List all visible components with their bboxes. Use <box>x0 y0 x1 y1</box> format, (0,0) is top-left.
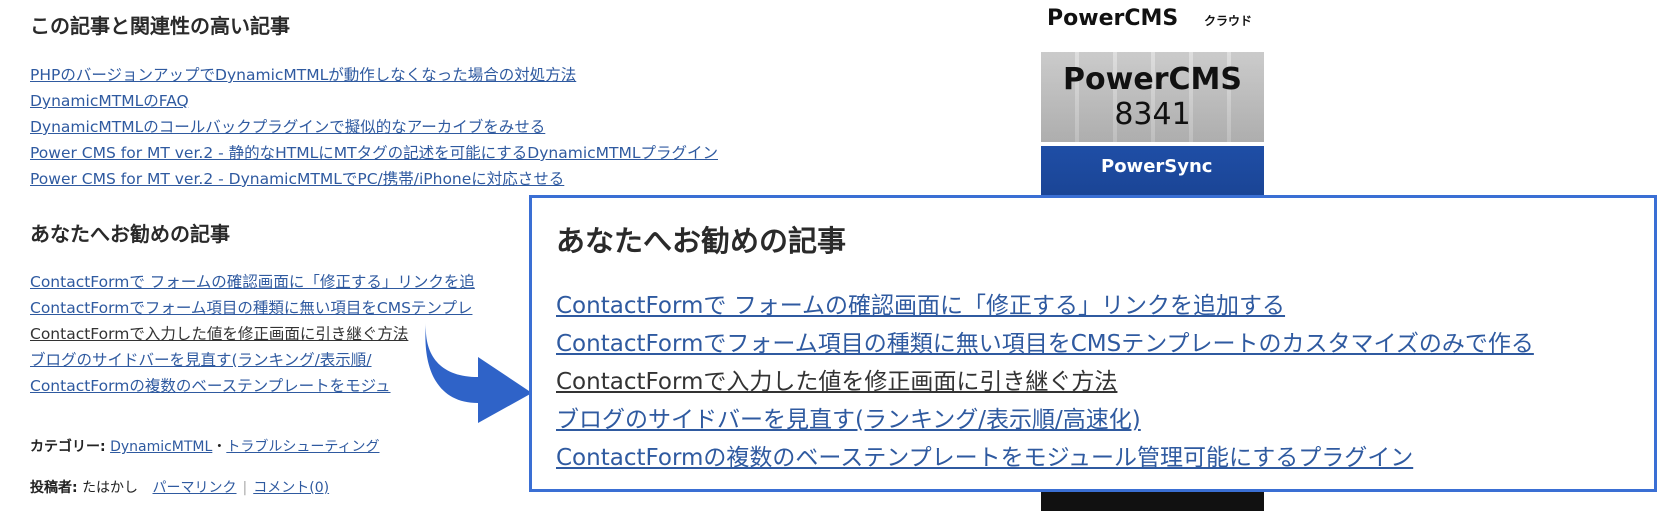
recommended-link[interactable]: ContactFormでフォーム項目の種類に無い項目をCMSテンプレ <box>30 297 472 319</box>
zoom-recommended-link[interactable]: ContactFormで入力した値を修正画面に引き継ぐ方法 <box>556 366 1117 398</box>
banner-sub: クラウド <box>1204 14 1253 28</box>
divider: | <box>242 480 248 496</box>
permalink-link[interactable]: パーマリンク <box>153 480 237 496</box>
category-label: カテゴリー: <box>30 439 106 455</box>
recommended-link[interactable]: ブログのサイドバーを見直す(ランキング/表示順/ <box>30 349 372 371</box>
related-link[interactable]: DynamicMTMLのコールバックプラグインで擬似的なアーカイブをみせる <box>30 116 545 138</box>
author-line: 投稿者: たはかし パーマリンク | コメント(0) <box>30 477 329 497</box>
zoom-heading: あなたへお勧めの記事 <box>556 224 847 258</box>
zoom-recommended-link[interactable]: ContactFormで フォームの確認画面に「修正する」リンクを追加する <box>556 290 1285 322</box>
related-heading: この記事と関連性の高い記事 <box>30 14 290 38</box>
recommended-link[interactable]: ContactFormで入力した値を修正画面に引き継ぐ方法 <box>30 323 408 345</box>
recommended-zoom-panel: あなたへお勧めの記事 ContactFormで フォームの確認画面に「修正する」… <box>529 195 1657 492</box>
zoom-recommended-link[interactable]: ContactFormの複数のベーステンプレートをモジュール管理可能にするプラグ… <box>556 442 1413 474</box>
powercms-cloud-banner[interactable]: PowerCMS クラウド <box>1041 0 1264 46</box>
zoom-recommended-link[interactable]: ContactFormでフォーム項目の種類に無い項目をCMSテンプレートのカスタ… <box>556 328 1534 360</box>
related-link[interactable]: Power CMS for MT ver.2 - 静的なHTMLにMTタグの記述… <box>30 142 718 164</box>
author-label: 投稿者: <box>30 480 78 496</box>
banner-brand: PowerCMS <box>1063 62 1242 97</box>
zoom-recommended-link[interactable]: ブログのサイドバーを見直す(ランキング/表示順/高速化) <box>556 404 1141 436</box>
banner-number: 8341 <box>1114 97 1191 132</box>
category-line: カテゴリー: DynamicMTML・トラブルシューティング <box>30 436 380 456</box>
related-link[interactable]: Power CMS for MT ver.2 - DynamicMTMLでPC/… <box>30 168 564 190</box>
recommended-link[interactable]: ContactFormで フォームの確認画面に「修正する」リンクを追 <box>30 271 475 293</box>
article-page: この記事と関連性の高い記事 PHPのバージョンアップでDynamicMTMLが動… <box>10 0 1662 515</box>
related-link[interactable]: PHPのバージョンアップでDynamicMTMLが動作しなくなった場合の対処方法 <box>30 64 576 86</box>
category-link-dynamicmtml[interactable]: DynamicMTML <box>110 439 212 455</box>
arrow-right-icon <box>425 323 532 423</box>
author-name: たはかし <box>82 480 139 496</box>
related-link[interactable]: DynamicMTMLのFAQ <box>30 90 189 112</box>
recommended-link[interactable]: ContactFormの複数のベーステンプレートをモジュ <box>30 375 391 397</box>
comments-link[interactable]: コメント(0) <box>253 480 329 496</box>
banner-brand: PowerCMS <box>1047 6 1179 31</box>
banner-brand: PowerSync <box>1101 156 1213 177</box>
recommended-heading: あなたへお勧めの記事 <box>30 222 230 246</box>
category-link-troubleshooting[interactable]: トラブルシューティング <box>226 439 379 455</box>
powercms-8341-banner[interactable]: PowerCMS 8341 <box>1041 52 1264 142</box>
category-dot: ・ <box>212 439 227 455</box>
